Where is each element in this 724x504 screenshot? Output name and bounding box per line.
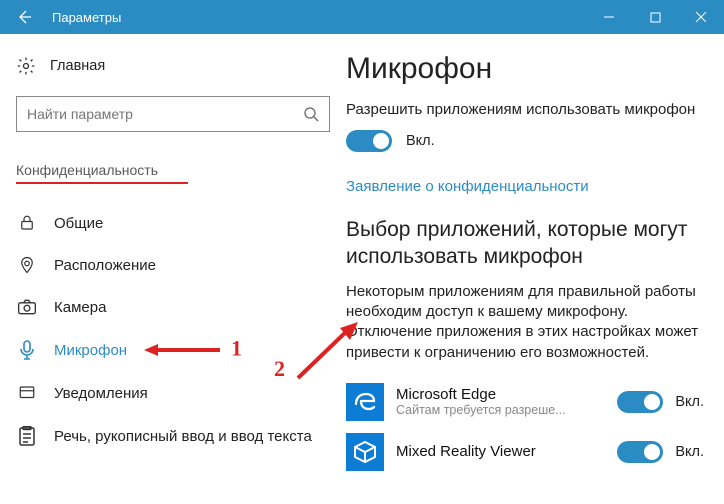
app-name: Mixed Reality Viewer bbox=[396, 443, 605, 460]
window-title: Параметры bbox=[48, 10, 586, 25]
page-title: Микрофон bbox=[346, 52, 704, 86]
microphone-icon bbox=[16, 340, 38, 360]
notifications-icon bbox=[16, 384, 38, 402]
home-label: Главная bbox=[50, 58, 105, 74]
minimize-button[interactable] bbox=[586, 0, 632, 34]
maximize-button[interactable] bbox=[632, 0, 678, 34]
sidebar: Главная Найти параметр Конфиденциальност… bbox=[0, 34, 346, 504]
choose-apps-info: Некоторым приложениям для правильной раб… bbox=[346, 282, 704, 363]
search-icon bbox=[303, 106, 319, 122]
section-header: Конфиденциальность bbox=[16, 162, 188, 184]
choose-apps-heading: Выбор приложений, которые могут использо… bbox=[346, 217, 704, 270]
sidebar-item-label: Общие bbox=[54, 215, 103, 232]
titlebar: Параметры bbox=[0, 0, 724, 34]
main-panel: Микрофон Разрешить приложениям использов… bbox=[346, 34, 724, 504]
toggle-state-label: Вкл. bbox=[406, 133, 435, 149]
annotation-number-1: 1 bbox=[231, 336, 242, 362]
microphone-master-toggle[interactable] bbox=[346, 130, 392, 152]
sidebar-item-label: Речь, рукописный ввод и ввод текста bbox=[54, 428, 312, 445]
annotation-arrow-icon bbox=[144, 341, 222, 359]
edge-icon bbox=[346, 383, 384, 421]
maximize-icon bbox=[650, 12, 661, 23]
annotation-arrow-icon bbox=[292, 322, 358, 384]
back-button[interactable] bbox=[0, 0, 48, 34]
home-nav[interactable]: Главная bbox=[16, 48, 330, 84]
sidebar-item-label: Расположение bbox=[54, 257, 156, 274]
sidebar-item-general[interactable]: Общие bbox=[16, 202, 330, 244]
clipboard-icon bbox=[16, 426, 38, 446]
cube-icon bbox=[346, 433, 384, 471]
sidebar-item-speech[interactable]: Речь, рукописный ввод и ввод текста bbox=[16, 414, 330, 458]
annotation-number-2: 2 bbox=[274, 356, 285, 382]
sidebar-nav: Общие Расположение Камера Микрофон bbox=[16, 202, 330, 458]
app-subtext: Сайтам требуется разреше... bbox=[396, 403, 605, 417]
toggle-state-label: Вкл. bbox=[675, 394, 704, 410]
sidebar-item-label: Камера bbox=[54, 299, 106, 316]
search-input[interactable]: Найти параметр bbox=[16, 96, 330, 132]
app-row-edge: Microsoft Edge Сайтам требуется разреше.… bbox=[346, 381, 704, 431]
location-icon bbox=[16, 256, 38, 274]
minimize-icon bbox=[603, 11, 615, 23]
gear-icon bbox=[16, 56, 36, 76]
app-name: Microsoft Edge bbox=[396, 386, 605, 403]
privacy-statement-link[interactable]: Заявление о конфиденциальности bbox=[346, 178, 589, 195]
sidebar-item-label: Микрофон bbox=[54, 342, 127, 359]
camera-icon bbox=[16, 298, 38, 316]
app-toggle-edge[interactable] bbox=[617, 391, 663, 413]
search-placeholder: Найти параметр bbox=[27, 106, 133, 122]
toggle-state-label: Вкл. bbox=[675, 444, 704, 460]
app-toggle-mixed-reality[interactable] bbox=[617, 441, 663, 463]
sidebar-item-label: Уведомления bbox=[54, 385, 148, 402]
close-icon bbox=[695, 11, 707, 23]
sidebar-item-camera[interactable]: Камера bbox=[16, 286, 330, 328]
sidebar-item-location[interactable]: Расположение bbox=[16, 244, 330, 286]
arrow-left-icon bbox=[16, 9, 32, 25]
allow-description: Разрешить приложениям использовать микро… bbox=[346, 100, 704, 120]
close-button[interactable] bbox=[678, 0, 724, 34]
app-row-mixed-reality: Mixed Reality Viewer Вкл. bbox=[346, 431, 704, 481]
lock-icon bbox=[16, 214, 38, 232]
